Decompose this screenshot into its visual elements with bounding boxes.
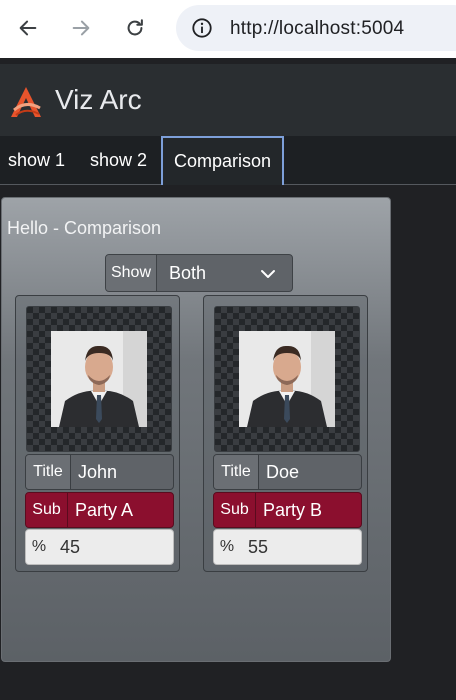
- tab-bar: show 1 show 2 Comparison: [0, 136, 456, 185]
- sub-field[interactable]: Sub Party A: [25, 492, 174, 528]
- title-input[interactable]: Doe: [259, 455, 361, 489]
- show-label: Show: [106, 255, 157, 291]
- percent-field[interactable]: % 45: [25, 529, 174, 565]
- sub-field[interactable]: Sub Party B: [213, 492, 362, 528]
- photo-frame[interactable]: [214, 306, 360, 452]
- arrow-left-icon: [19, 20, 37, 36]
- title-field[interactable]: Title Doe: [213, 454, 362, 490]
- reload-button[interactable]: [120, 13, 150, 43]
- app-area: Viz Arc show 1 show 2 Comparison Hello -…: [0, 58, 456, 700]
- background-right: [392, 197, 456, 700]
- percent-input[interactable]: 55: [240, 530, 361, 564]
- title-label: Title: [214, 455, 259, 489]
- forward-button[interactable]: [66, 13, 96, 43]
- candidate-card-right: Title Doe Sub Party B % 55: [203, 295, 368, 572]
- panel-title: Hello - Comparison: [7, 218, 162, 238]
- app-header: Viz Arc: [0, 64, 456, 136]
- tab-show-1[interactable]: show 1: [0, 136, 73, 184]
- info-icon[interactable]: [191, 17, 213, 39]
- title-label: Title: [26, 455, 71, 489]
- percent-input[interactable]: 45: [52, 530, 173, 564]
- tab-label: Comparison: [174, 151, 272, 171]
- viz-arc-logo-icon: [11, 87, 41, 117]
- arrow-right-icon: [72, 20, 90, 36]
- back-button[interactable]: [13, 13, 43, 43]
- photo-frame[interactable]: [26, 306, 172, 452]
- person-photo: [239, 331, 335, 427]
- tab-label: show 2: [90, 149, 148, 170]
- percent-label: %: [214, 530, 240, 564]
- chevron-down-icon: [261, 270, 275, 278]
- show-value: Both: [169, 262, 207, 283]
- sub-input[interactable]: Party B: [256, 493, 361, 527]
- percent-field[interactable]: % 55: [213, 529, 362, 565]
- show-select[interactable]: Show Both: [105, 254, 293, 292]
- browser-toolbar: http://localhost:5004: [0, 0, 456, 58]
- comparison-panel: Hello - Comparison Show Both Title John …: [1, 197, 391, 662]
- sub-label: Sub: [26, 493, 68, 527]
- show-dropdown[interactable]: Both: [157, 255, 292, 291]
- title-field[interactable]: Title John: [25, 454, 174, 490]
- person-photo: [51, 331, 147, 427]
- url-text[interactable]: http://localhost:5004: [230, 18, 404, 40]
- address-bar[interactable]: http://localhost:5004: [176, 5, 456, 51]
- reload-icon: [127, 19, 143, 36]
- tab-label: show 1: [8, 149, 66, 170]
- sub-label: Sub: [214, 493, 256, 527]
- candidate-card-left: Title John Sub Party A % 45: [15, 295, 180, 572]
- app-title: Viz Arc: [55, 84, 142, 115]
- tab-show-2[interactable]: show 2: [82, 136, 155, 184]
- sub-input[interactable]: Party A: [68, 493, 173, 527]
- tab-comparison[interactable]: Comparison: [161, 136, 285, 185]
- percent-label: %: [26, 530, 52, 564]
- title-input[interactable]: John: [71, 455, 173, 489]
